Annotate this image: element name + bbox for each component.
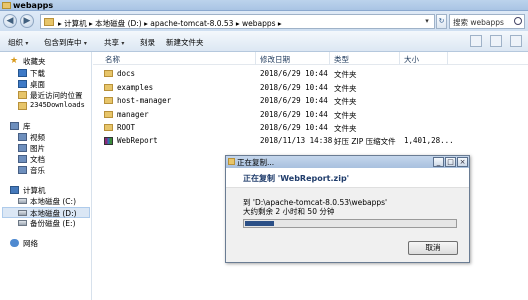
view-options-icon[interactable] xyxy=(470,35,482,47)
nav-recent-places[interactable]: 最近访问的位置 xyxy=(2,90,90,101)
nav-documents[interactable]: 文档 xyxy=(2,154,90,165)
command-toolbar: 组织 ▾ 包含到库中 ▾ 共享 ▾ 刻录 新建文件夹 xyxy=(0,31,528,52)
nav-drive-d[interactable]: 本地磁盘 (D:) xyxy=(2,207,90,218)
folder-icon xyxy=(228,158,235,165)
window-title: webapps xyxy=(13,1,54,10)
preview-pane-icon[interactable] xyxy=(490,35,502,47)
search-input[interactable]: 搜索 webapps xyxy=(449,14,525,29)
burn-button[interactable]: 刻录 xyxy=(140,37,155,48)
drive-icon xyxy=(18,198,27,204)
folder-icon xyxy=(2,2,11,9)
nav-libraries[interactable]: 库 xyxy=(2,121,90,132)
column-name[interactable]: 名称 xyxy=(105,54,120,65)
folder-icon xyxy=(104,97,113,104)
chevron-down-icon[interactable]: ▾ xyxy=(422,17,432,27)
folder-icon xyxy=(104,111,113,118)
nav-2345downloads[interactable]: 2345Downloads xyxy=(2,101,90,112)
music-icon xyxy=(18,166,27,174)
copy-dialog: 正在复制... _ □ × 正在复制 'WebReport.zip' 到 'D:… xyxy=(225,155,470,263)
back-button[interactable]: ◀ xyxy=(3,14,17,28)
search-placeholder: 搜索 webapps xyxy=(453,18,504,27)
address-row: ◀ ▶ ▸ 计算机 ▸ 本地磁盘 (D:) ▸ apache-tomcat-8.… xyxy=(0,11,528,31)
new-folder-button[interactable]: 新建文件夹 xyxy=(166,37,204,48)
desktop-icon xyxy=(18,80,27,88)
close-button[interactable]: × xyxy=(457,157,468,167)
nav-drive-e[interactable]: 备份磁盘 (E:) xyxy=(2,218,90,229)
column-headers: 名称 修改日期 类型 大小 xyxy=(93,52,528,65)
star-icon: ★ xyxy=(10,56,19,66)
zip-archive-icon xyxy=(104,137,113,145)
maximize-button[interactable]: □ xyxy=(445,157,456,167)
column-date[interactable]: 修改日期 xyxy=(260,54,290,65)
navigation-pane: ★ 收藏夹 下载 桌面 最近访问的位置 2345Downloads 库 视频 图… xyxy=(0,52,92,300)
table-row[interactable]: docs 2018/6/29 10:44 文件夹 xyxy=(98,68,438,80)
table-row[interactable]: WebReport 2018/11/13 14:38 好压 ZIP 压缩文件 1… xyxy=(98,135,454,147)
search-icon xyxy=(514,17,522,25)
table-row[interactable]: examples 2018/6/29 10:44 文件夹 xyxy=(98,82,438,94)
nav-network[interactable]: 网络 xyxy=(2,238,90,249)
dialog-titlebar: 正在复制... _ □ × xyxy=(226,156,469,168)
nav-downloads[interactable]: 下载 xyxy=(2,68,90,79)
organize-button[interactable]: 组织 ▾ xyxy=(8,37,28,48)
address-bar[interactable]: ▸ 计算机 ▸ 本地磁盘 (D:) ▸ apache-tomcat-8.0.53… xyxy=(40,14,435,29)
picture-icon xyxy=(18,144,27,152)
table-row[interactable]: ROOT 2018/6/29 10:44 文件夹 xyxy=(98,122,438,134)
drive-icon xyxy=(18,220,27,226)
help-icon[interactable] xyxy=(510,35,522,47)
dialog-header: 正在复制 'WebReport.zip' xyxy=(226,168,469,188)
nav-drive-c[interactable]: 本地磁盘 (C:) xyxy=(2,196,90,207)
folder-icon xyxy=(104,70,113,77)
minimize-button[interactable]: _ xyxy=(433,157,444,167)
library-icon xyxy=(10,122,19,130)
refresh-button[interactable]: ↻ xyxy=(436,14,447,29)
folder-icon xyxy=(104,124,113,131)
nav-favorites[interactable]: ★ 收藏夹 xyxy=(2,56,90,67)
time-remaining: 大约剩余 2 小时和 50 分钟 xyxy=(243,207,335,216)
folder-icon xyxy=(18,102,27,110)
download-folder-icon xyxy=(18,69,27,77)
nav-videos[interactable]: 视频 xyxy=(2,132,90,143)
progress-fill xyxy=(245,221,274,226)
folder-icon xyxy=(104,84,113,91)
video-icon xyxy=(18,133,27,141)
folder-icon xyxy=(44,18,54,26)
column-type[interactable]: 类型 xyxy=(334,54,349,65)
recent-places-icon xyxy=(18,91,27,99)
breadcrumb[interactable]: ▸ 计算机 ▸ 本地磁盘 (D:) ▸ apache-tomcat-8.0.53… xyxy=(58,18,282,29)
copy-progress-bar xyxy=(243,219,457,228)
copy-heading: 正在复制 'WebReport.zip' xyxy=(243,174,350,183)
table-row[interactable]: manager 2018/6/29 10:44 文件夹 xyxy=(98,109,438,121)
share-button[interactable]: 共享 ▾ xyxy=(104,37,124,48)
cancel-button[interactable]: 取消 xyxy=(408,241,458,255)
drive-icon xyxy=(18,210,27,216)
forward-button[interactable]: ▶ xyxy=(20,14,34,28)
network-icon xyxy=(10,239,19,247)
table-row[interactable]: host-manager 2018/6/29 10:44 文件夹 xyxy=(98,95,438,107)
computer-icon xyxy=(10,186,19,194)
nav-music[interactable]: 音乐 xyxy=(2,165,90,176)
document-icon xyxy=(18,155,27,163)
dialog-title: 正在复制... xyxy=(237,158,275,167)
nav-computer[interactable]: 计算机 xyxy=(2,185,90,196)
window-titlebar: webapps xyxy=(0,0,528,11)
column-size[interactable]: 大小 xyxy=(404,54,419,65)
include-in-library-button[interactable]: 包含到库中 ▾ xyxy=(44,37,87,48)
nav-pictures[interactable]: 图片 xyxy=(2,143,90,154)
nav-desktop[interactable]: 桌面 xyxy=(2,79,90,90)
